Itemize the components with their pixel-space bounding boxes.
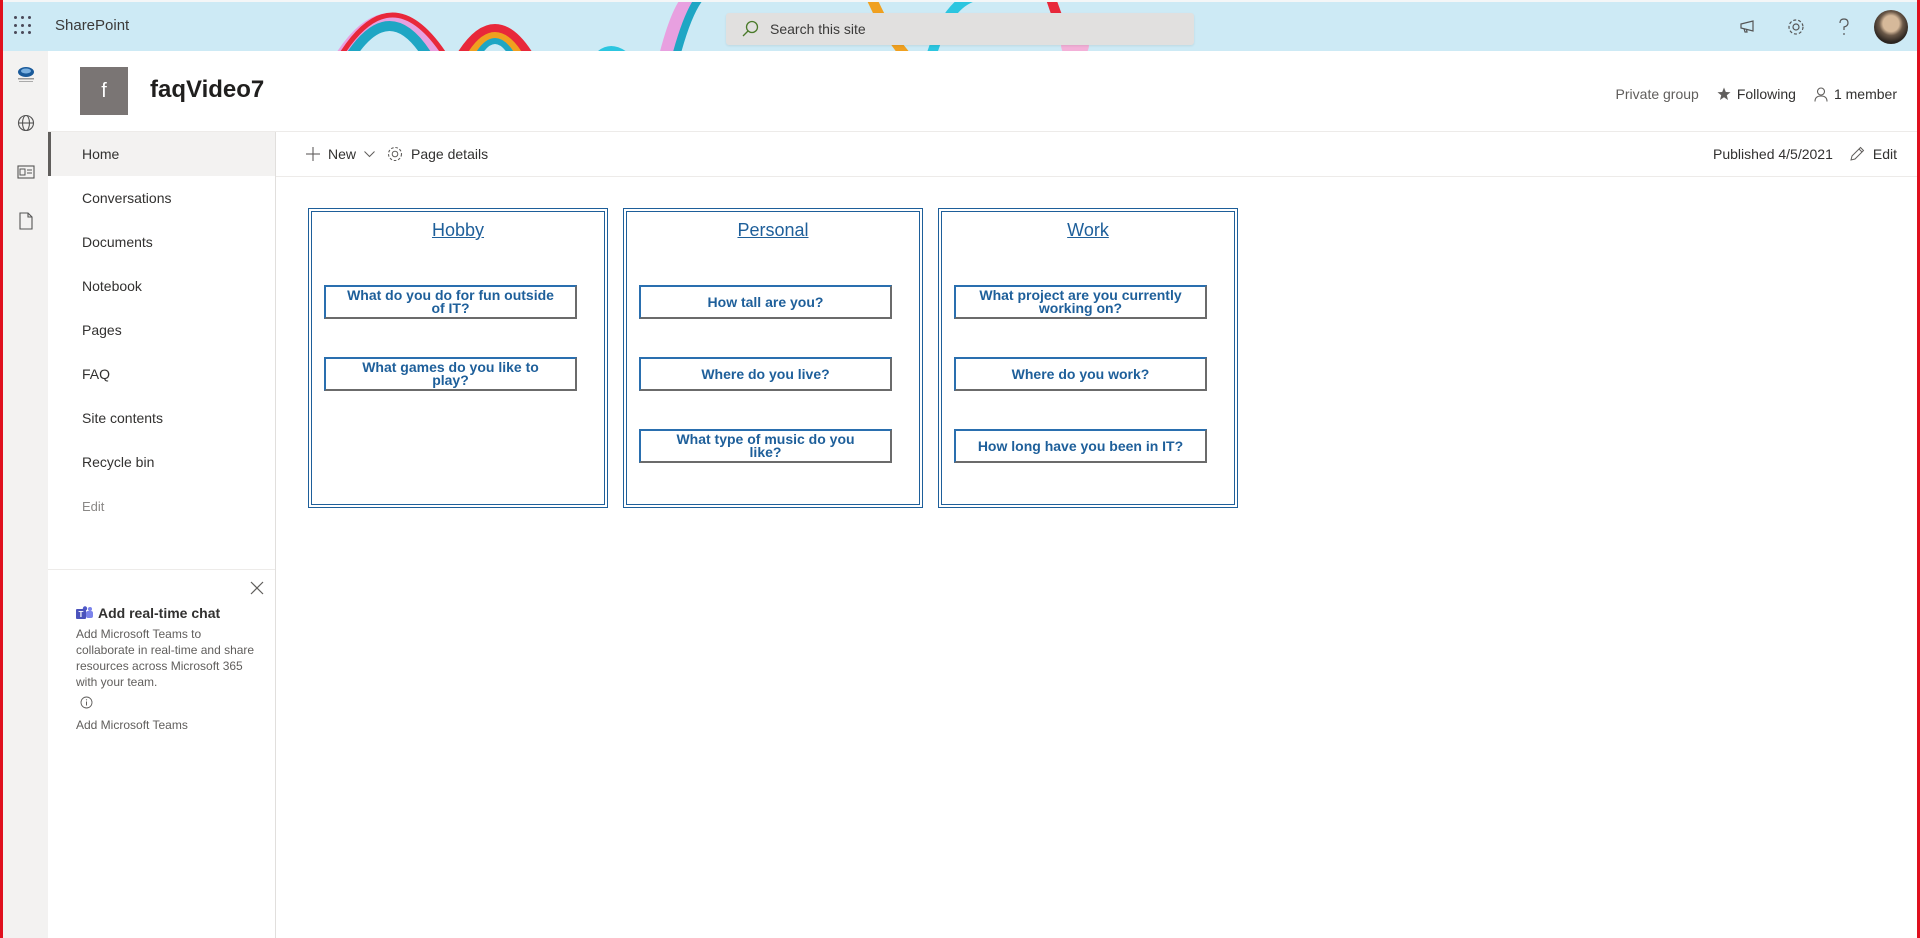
card-work: Work What project are you currently work… [938, 208, 1238, 508]
question-button[interactable]: How tall are you? [639, 285, 892, 319]
edit-label: Edit [1872, 146, 1897, 162]
search-box[interactable] [726, 13, 1194, 45]
new-label: New [328, 146, 357, 162]
new-button[interactable]: New [306, 132, 375, 176]
nav-item-conversations[interactable]: Conversations [48, 176, 275, 220]
follow-button[interactable]: Following [1717, 86, 1796, 102]
search-input[interactable] [770, 21, 1170, 37]
question-button[interactable]: What do you do for fun outside of IT? [324, 285, 577, 319]
left-navigation: Home Conversations Documents Notebook Pa… [48, 132, 276, 938]
window-frame-left [0, 0, 3, 938]
question-button[interactable]: How long have you been in IT? [954, 429, 1207, 463]
page-details-label: Page details [411, 146, 489, 162]
nav-item-pages[interactable]: Pages [48, 308, 275, 352]
teams-promo-description: Add Microsoft Teams to collaborate in re… [76, 627, 255, 689]
question-button[interactable]: What type of music do you like? [639, 429, 892, 463]
question-button[interactable]: Where do you work? [954, 357, 1207, 391]
add-teams-link[interactable]: Add Microsoft Teams [76, 718, 188, 732]
nav-edit-link[interactable]: Edit [48, 484, 275, 528]
globe-icon[interactable] [3, 103, 48, 143]
nav-item-site-contents[interactable]: Site contents [48, 396, 275, 440]
site-logo[interactable]: f [80, 67, 128, 115]
nav-item-home[interactable]: Home [48, 132, 275, 176]
nav-item-recycle-bin[interactable]: Recycle bin [48, 440, 275, 484]
app-bar [3, 51, 48, 938]
question-button[interactable]: What games do you like to play? [324, 357, 577, 391]
nav-item-faq[interactable]: FAQ [48, 352, 275, 396]
pencil-icon [1850, 146, 1865, 161]
search-icon [742, 20, 759, 37]
teams-promo-title: Add real-time chat [98, 605, 221, 621]
person-icon [1814, 86, 1828, 102]
card-title-work[interactable]: Work [942, 220, 1234, 241]
page-details-button[interactable]: Page details [387, 132, 488, 176]
megaphone-icon[interactable] [1724, 9, 1772, 45]
suite-bar: SharePoint [0, 0, 1920, 51]
teams-promo-card: T Add real-time chat Add Microsoft Teams… [48, 569, 275, 749]
question-button[interactable]: What project are you currently working o… [954, 285, 1207, 319]
app-name[interactable]: SharePoint [55, 17, 129, 34]
info-icon[interactable] [80, 696, 93, 709]
page-canvas: Hobby What do you do for fun outside of … [276, 177, 1917, 938]
org-logo-icon[interactable] [3, 54, 48, 94]
gear-icon[interactable] [1772, 9, 1820, 45]
plus-icon [306, 147, 320, 161]
site-header: f faqVideo7 Private group Following 1 me… [48, 51, 1917, 132]
close-icon[interactable] [249, 580, 265, 596]
help-icon[interactable] [1820, 9, 1868, 45]
members-label: 1 member [1833, 86, 1897, 102]
avatar[interactable] [1874, 10, 1908, 44]
card-personal: Personal How tall are you? Where do you … [623, 208, 923, 508]
document-icon[interactable] [3, 201, 48, 241]
card-hobby: Hobby What do you do for fun outside of … [308, 208, 608, 508]
privacy-label: Private group [1615, 86, 1699, 102]
star-icon [1717, 87, 1731, 100]
card-title-hobby[interactable]: Hobby [312, 220, 604, 241]
edit-page-button[interactable]: Edit [1849, 132, 1897, 176]
follow-label: Following [1736, 86, 1796, 102]
nav-item-documents[interactable]: Documents [48, 220, 275, 264]
site-title[interactable]: faqVideo7 [150, 76, 264, 104]
news-icon[interactable] [3, 152, 48, 192]
chevron-down-icon [364, 150, 375, 157]
nav-item-notebook[interactable]: Notebook [48, 264, 275, 308]
command-bar: New Page details Published 4/5/2021 Edit [276, 132, 1917, 177]
published-status: Published 4/5/2021 [1713, 146, 1833, 162]
members-button[interactable]: 1 member [1814, 86, 1897, 102]
question-button[interactable]: Where do you live? [639, 357, 892, 391]
gear-icon [387, 146, 403, 162]
svg-text:T: T [79, 610, 84, 619]
card-title-personal[interactable]: Personal [627, 220, 919, 241]
app-launcher-waffle-icon[interactable] [14, 16, 34, 36]
teams-icon: T [76, 606, 93, 619]
